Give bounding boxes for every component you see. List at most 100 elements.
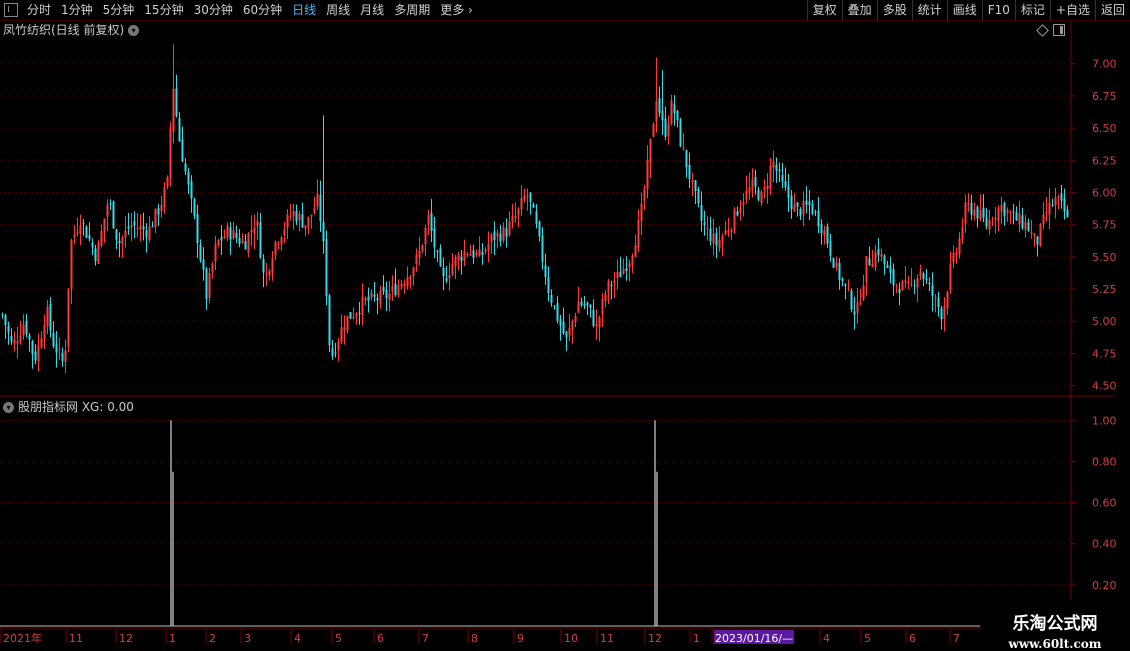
candle-body [556, 302, 559, 321]
candle-body [754, 177, 757, 187]
candle-body [496, 232, 499, 237]
candle-body [964, 202, 967, 224]
candle-body [775, 164, 778, 171]
candle-body [4, 314, 7, 326]
candle-body [868, 258, 871, 265]
candle-body [493, 231, 496, 241]
candle-body [1063, 198, 1066, 212]
candle-body [928, 282, 931, 285]
candle-body [328, 295, 331, 346]
candle-body [745, 190, 748, 200]
candle-body [28, 335, 31, 340]
candle-body [247, 233, 250, 253]
candle-body [61, 352, 64, 362]
candle-body [382, 286, 385, 292]
indicator-tick-label: 0.40 [1092, 538, 1117, 551]
candle-body [283, 228, 286, 235]
candle-body [850, 290, 853, 310]
candle-body [805, 200, 808, 205]
candle-body [574, 315, 577, 323]
time-tick-label: 9 [517, 632, 524, 645]
candle-body [265, 273, 268, 276]
candle-body [940, 308, 943, 320]
candle-body [997, 207, 1000, 222]
candle-body [193, 198, 196, 216]
candle-body [631, 255, 634, 266]
candle-body [127, 226, 130, 229]
candle-body [841, 278, 844, 281]
candle-body [289, 215, 292, 217]
candle-body [277, 243, 280, 245]
time-tick-label: 10 [564, 632, 578, 645]
candle-body [190, 181, 193, 199]
candle-body [727, 230, 730, 233]
candle-body [499, 233, 502, 242]
time-tick-label: 7 [422, 632, 429, 645]
candle-body [394, 283, 397, 296]
price-tick-label: 4.75 [1092, 347, 1117, 360]
candle-body [421, 245, 424, 252]
candle-body [367, 296, 370, 301]
candle-body [529, 192, 532, 202]
candle-body [37, 345, 40, 362]
candle-body [10, 335, 13, 342]
candle-body [346, 315, 349, 331]
candle-body [196, 213, 199, 244]
candle-body [646, 159, 649, 190]
candle-body [919, 271, 922, 277]
candle-body [298, 213, 301, 221]
candle-body [856, 302, 859, 313]
candle-body [1039, 223, 1042, 246]
candle-body [994, 218, 997, 220]
candle-body [133, 221, 136, 226]
candle-body [718, 239, 721, 249]
candle-body [802, 201, 805, 215]
candle-body [922, 273, 925, 279]
candle-body [688, 164, 691, 180]
chart-canvas[interactable]: 7.00 6.75 6.50 6.25 6.00 5.75 5.50 5.25 5.00 4.75… [0, 0, 1130, 650]
candle-body [469, 253, 472, 256]
candle-body [898, 289, 901, 293]
time-tick-label: 2023/01/16/— [715, 632, 793, 645]
candle-body [955, 251, 958, 256]
candle-body [502, 226, 505, 241]
candle-body [112, 201, 115, 228]
candle-body [982, 207, 985, 218]
candle-body [442, 267, 445, 277]
candle-body [796, 202, 799, 207]
candle-body [895, 285, 898, 287]
candle-body [535, 211, 538, 224]
candle-body [64, 350, 67, 362]
candle-body [379, 290, 382, 304]
candle-body [310, 214, 313, 217]
candle-body [172, 88, 175, 132]
time-tick-label: 11 [600, 632, 614, 645]
candle-body [637, 219, 640, 249]
candle-body [583, 303, 586, 307]
candle-body [676, 110, 679, 121]
candle-body [460, 256, 463, 261]
candle-body [1066, 209, 1069, 218]
candle-body [91, 242, 94, 248]
candle-body [211, 263, 214, 273]
candle-body [847, 288, 850, 290]
candle-body [472, 250, 475, 258]
candle-body [715, 233, 718, 246]
candle-body [43, 324, 46, 339]
candle-body [553, 305, 556, 307]
candle-body [79, 225, 82, 235]
candle-body [433, 227, 436, 248]
candle-body [1054, 197, 1057, 206]
candle-body [973, 210, 976, 217]
candle-body [439, 248, 442, 267]
candle-body [541, 235, 544, 262]
time-tick-label: 5 [335, 632, 342, 645]
candle-body [115, 229, 118, 240]
candle-body [400, 283, 403, 288]
candle-body [85, 226, 88, 238]
candle-body [253, 227, 256, 234]
candle-body [151, 226, 154, 228]
candle-body [979, 209, 982, 219]
candle-body [949, 263, 952, 291]
candle-body [724, 230, 727, 235]
